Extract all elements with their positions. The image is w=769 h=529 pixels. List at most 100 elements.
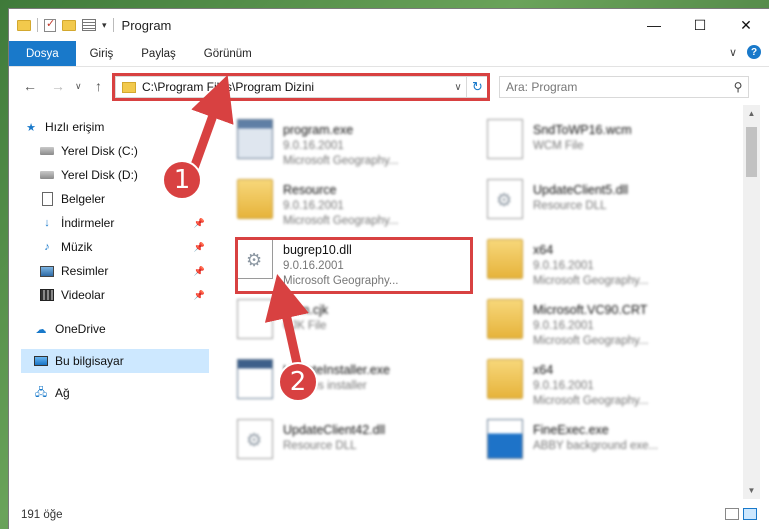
sidebar-item-downloads[interactable]: ↓ İndirmeler 📌 — [39, 211, 209, 235]
highlight-box-address — [112, 73, 490, 101]
scroll-thumb[interactable] — [746, 127, 757, 177]
sidebar-item-label: Bu bilgisayar — [55, 354, 124, 368]
list-item[interactable]: x64 9.0.16.2001 Microsoft Geography... — [461, 231, 701, 287]
tiles-view-icon[interactable] — [743, 508, 757, 520]
sidebar-item-label: Ağ — [55, 386, 70, 400]
file-version: Resource DLL — [283, 440, 357, 452]
navigation-bar: ← → ∨ ↑ C:\Program Files\Program Dizini … — [9, 67, 769, 105]
properties-icon[interactable] — [44, 17, 56, 32]
list-item[interactable]: Microsoft.VC90.CRT 9.0.16.2001 Microsoft… — [461, 291, 701, 347]
status-bar: 191 öğe — [9, 499, 769, 529]
file-version: 9.0.16.2001 — [283, 200, 344, 212]
exe-icon — [237, 359, 273, 399]
minimize-button[interactable]: — — [631, 9, 677, 41]
folder-icon — [487, 359, 523, 399]
sidebar-item-label: Videolar — [61, 288, 105, 302]
file-description: Microsoft Geography... — [283, 155, 399, 167]
file-version: CJK File — [283, 320, 327, 332]
exe-icon — [237, 119, 273, 159]
scroll-up-icon[interactable]: ▲ — [743, 105, 760, 122]
sidebar-item-this-pc[interactable]: Bu bilgisayar — [21, 349, 209, 373]
expand-ribbon-icon[interactable]: ∨ — [729, 46, 737, 59]
file-name: Microsoft.VC90.CRT — [533, 303, 648, 317]
sidebar-item-music[interactable]: ♪ Müzik 📌 — [39, 235, 209, 259]
new-folder-icon[interactable] — [62, 19, 76, 31]
up-arrow-icon[interactable]: ↑ — [95, 78, 102, 94]
list-item[interactable]: lcom.cjk CJK File — [211, 291, 451, 345]
window-controls: — ☐ ✕ — [631, 9, 769, 41]
folder-icon — [487, 239, 523, 279]
pin-icon[interactable]: 📌 — [194, 266, 205, 277]
divider — [112, 18, 114, 32]
sidebar-item-quick-access[interactable]: ★ Hızlı erişim — [23, 115, 215, 139]
star-icon: ★ — [26, 121, 36, 134]
close-button[interactable]: ✕ — [723, 9, 769, 41]
document-icon — [41, 192, 53, 206]
file-version: 9.0.16.2001 — [533, 260, 594, 272]
video-icon — [40, 289, 54, 301]
help-icon[interactable]: ? — [747, 45, 761, 59]
maximize-button[interactable]: ☐ — [677, 9, 723, 41]
sidebar-item-videos[interactable]: Videolar 📌 — [39, 283, 209, 307]
callout-step-2: 2 — [278, 362, 318, 402]
sidebar-item-label: Hızlı erişim — [45, 120, 105, 134]
sidebar-item-label: Belgeler — [61, 192, 106, 206]
quick-access-toolbar: ▾ — [17, 17, 114, 32]
file-name: program.exe — [283, 123, 354, 137]
scroll-down-icon[interactable]: ▼ — [743, 482, 760, 499]
sidebar-item-label: Yerel Disk (C:) — [61, 144, 138, 158]
file-name: x64 — [533, 363, 554, 377]
sidebar-item-pictures[interactable]: Resimler 📌 — [39, 259, 209, 283]
folder-icon — [237, 179, 273, 219]
sidebar-item-network[interactable]: 🖧 Ağ — [33, 381, 209, 405]
list-item[interactable]: UpdateClient5.dll Resource DLL — [461, 171, 701, 225]
file-description: Microsoft Geography... — [533, 395, 649, 407]
chevron-down-icon[interactable]: ▾ — [102, 20, 107, 31]
file-name: SndToWP16.wcm — [533, 123, 632, 137]
music-icon: ♪ — [44, 241, 50, 253]
sidebar-item-onedrive[interactable]: ☁ OneDrive — [33, 317, 209, 341]
sidebar-item-label: Yerel Disk (D:) — [61, 168, 138, 182]
list-item[interactable]: SndToWP16.wcm WCM File — [461, 111, 701, 165]
sidebar-item-label: İndirmeler — [61, 216, 115, 230]
search-box[interactable]: Ara: Program ⚲ — [499, 76, 749, 98]
drive-icon — [40, 171, 54, 179]
pin-icon[interactable]: 📌 — [194, 218, 205, 229]
picture-icon — [40, 265, 54, 277]
forward-arrow-icon[interactable]: → — [51, 78, 65, 94]
tab-file[interactable]: Dosya — [9, 41, 76, 66]
tab-share[interactable]: Paylaş — [127, 41, 190, 66]
list-item[interactable]: FineExec.exe ABBY background exe... — [461, 411, 701, 465]
vertical-scrollbar[interactable]: ▲ ▼ — [743, 105, 760, 499]
search-input[interactable]: Ara: Program — [506, 80, 728, 94]
pin-icon[interactable]: 📌 — [194, 242, 205, 253]
file-icon — [237, 299, 273, 339]
search-icon[interactable]: ⚲ — [728, 80, 748, 94]
details-view-icon[interactable] — [725, 508, 739, 520]
sidebar-item-label: OneDrive — [55, 322, 106, 336]
folder-icon — [487, 299, 523, 339]
recent-locations-icon[interactable]: ∨ — [75, 81, 82, 92]
list-item[interactable]: UpdateInstaller.exe updates installer — [211, 351, 451, 405]
dll-icon — [237, 419, 273, 459]
file-icon — [487, 119, 523, 159]
file-version: 9.0.16.2001 — [533, 380, 594, 392]
network-icon: 🖧 — [34, 386, 48, 399]
tab-home[interactable]: Giriş — [76, 41, 128, 66]
pin-icon[interactable]: 📌 — [194, 290, 205, 301]
back-arrow-icon[interactable]: ← — [23, 78, 37, 94]
divider — [37, 18, 38, 32]
file-version: 9.0.16.2001 — [283, 140, 344, 152]
computer-icon — [34, 356, 48, 366]
list-item[interactable]: UpdateClient42.dll Resource DLL — [211, 411, 451, 465]
list-item[interactable]: program.exe 9.0.16.2001 Microsoft Geogra… — [211, 111, 451, 167]
list-item[interactable]: Resource 9.0.16.2001 Microsoft Geography… — [211, 171, 451, 227]
file-name: x64 — [533, 243, 554, 257]
highlight-box-file — [235, 237, 473, 294]
file-list: program.exe 9.0.16.2001 Microsoft Geogra… — [211, 105, 741, 499]
tab-view[interactable]: Görünüm — [190, 41, 266, 66]
customize-icon[interactable] — [82, 19, 96, 31]
list-item[interactable]: x64 9.0.16.2001 Microsoft Geography... — [461, 351, 701, 407]
file-description: Microsoft Geography... — [533, 275, 649, 287]
sidebar-item-label: Müzik — [61, 240, 93, 254]
